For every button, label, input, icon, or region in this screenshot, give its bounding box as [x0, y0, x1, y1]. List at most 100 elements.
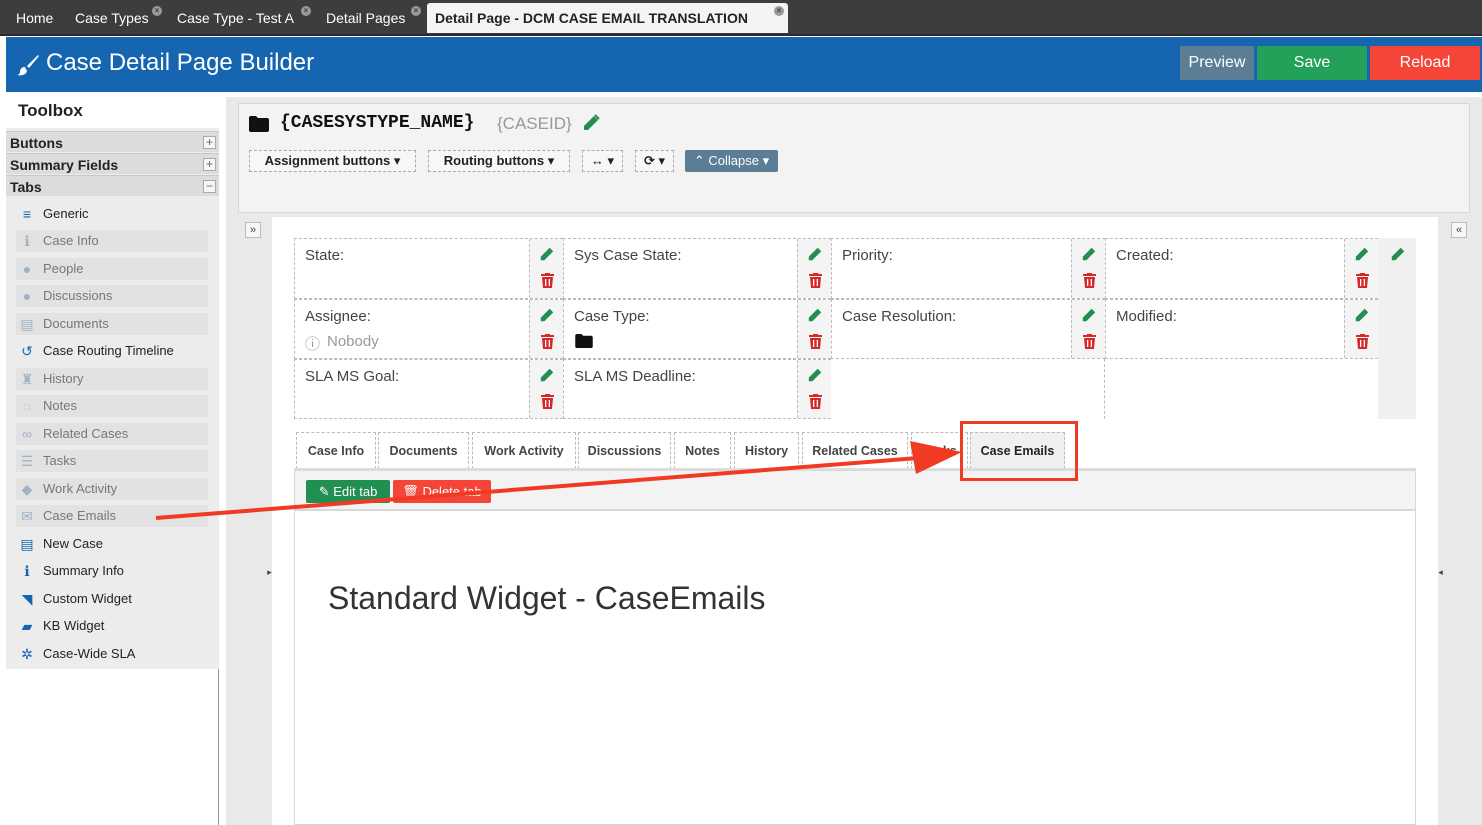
- toolbox-item-case-routing-timeline[interactable]: ↺ Case Routing Timeline: [16, 340, 208, 362]
- expand-icon[interactable]: +: [203, 158, 216, 171]
- tab-discussions[interactable]: Discussions: [578, 432, 671, 469]
- toolbox-item-history[interactable]: ♜ History: [16, 368, 208, 390]
- tab-related-cases[interactable]: Related Cases: [802, 432, 908, 469]
- pencil-icon[interactable]: [807, 307, 823, 323]
- field-controls: [797, 300, 831, 358]
- toolbox-item-related-cases[interactable]: ∞ Related Cases: [16, 423, 208, 445]
- reload-button[interactable]: Reload: [1370, 46, 1480, 80]
- toolbox-item-new-case[interactable]: ▤ New Case: [16, 533, 208, 555]
- pencil-icon[interactable]: [539, 307, 555, 323]
- collapse-button[interactable]: ⌃ Collapse ▾: [685, 150, 778, 172]
- toolbox-item-case-wide-sla[interactable]: ✲ Case-Wide SLA: [16, 643, 208, 665]
- toolbox-item-notes[interactable]: ◌ Notes: [16, 395, 208, 417]
- toolbox-item-kb-widget[interactable]: ▰ KB Widget: [16, 615, 208, 637]
- pencil-icon[interactable]: [1390, 246, 1406, 262]
- field-case-resolution[interactable]: Case Resolution:: [831, 299, 1105, 359]
- toolbox-item-case-info[interactable]: ℹ Case Info: [16, 230, 208, 252]
- close-icon[interactable]: ×: [411, 6, 421, 16]
- expand-left-icon[interactable]: »: [245, 222, 261, 238]
- trash-icon[interactable]: [809, 394, 822, 409]
- caret-down-icon: ▾: [762, 153, 770, 168]
- toolbox-item-documents[interactable]: ▤ Documents: [16, 313, 208, 335]
- assignment-buttons-dropdown[interactable]: Assignment buttons ▾: [249, 150, 416, 172]
- field-assignee[interactable]: Assignee: ⓘ Nobody: [294, 299, 563, 359]
- trash-icon[interactable]: [541, 334, 554, 349]
- close-icon[interactable]: ×: [301, 6, 311, 16]
- pencil-icon[interactable]: [1354, 246, 1370, 262]
- toolbox-item-label: Case Routing Timeline: [43, 343, 174, 358]
- pencil-icon[interactable]: [1081, 307, 1097, 323]
- edit-tab-button[interactable]: ✎ Edit tab: [306, 480, 390, 503]
- question-circle-icon: ⓘ: [305, 336, 321, 353]
- close-icon[interactable]: ×: [774, 6, 784, 16]
- trash-icon[interactable]: [809, 334, 822, 349]
- caret-right-icon[interactable]: ▸: [266, 565, 273, 579]
- pencil-icon[interactable]: [807, 367, 823, 383]
- trash-icon[interactable]: [809, 273, 822, 288]
- tab-documents[interactable]: Documents: [378, 432, 469, 469]
- toolbox-item-label: Custom Widget: [43, 591, 132, 606]
- trash-icon[interactable]: [541, 273, 554, 288]
- trash-icon[interactable]: [1356, 273, 1369, 288]
- delete-tab-button[interactable]: 🗑 Delete tab: [393, 480, 491, 503]
- pencil-icon[interactable]: [1354, 307, 1370, 323]
- field-state[interactable]: State:: [294, 238, 563, 299]
- folder-icon: [575, 334, 593, 348]
- trash-icon[interactable]: [541, 394, 554, 409]
- toolbox-item-summary-info[interactable]: ℹ Summary Info: [16, 560, 208, 582]
- toolbox-item-work-activity[interactable]: ◆ Work Activity: [16, 478, 208, 500]
- trash-icon[interactable]: [1356, 334, 1369, 349]
- widget-panel: [294, 510, 1416, 825]
- toolbox-section-buttons[interactable]: Buttons +: [6, 131, 219, 152]
- tab-history[interactable]: History: [734, 432, 799, 469]
- toolbox-item-discussions[interactable]: ● Discussions: [16, 285, 208, 307]
- comments-icon: ●: [22, 288, 32, 304]
- pencil-icon[interactable]: [807, 246, 823, 262]
- toolbox-section-tabs[interactable]: Tabs −: [6, 175, 219, 196]
- collapse-right-icon[interactable]: «: [1451, 222, 1467, 238]
- trash-icon[interactable]: [1083, 273, 1096, 288]
- nav-tab-label: Detail Pages: [326, 10, 406, 26]
- close-icon[interactable]: ×: [152, 6, 162, 16]
- toolbox-item-custom-widget[interactable]: ◥ Custom Widget: [16, 588, 208, 610]
- expand-icon[interactable]: +: [203, 136, 216, 149]
- toolbox-item-case-emails[interactable]: ✉ Case Emails: [16, 505, 208, 527]
- nav-tab-case-types[interactable]: Case Types: [67, 3, 157, 33]
- toolbox-item-tasks[interactable]: ☰ Tasks: [16, 450, 208, 472]
- field-sla-ms-deadline[interactable]: SLA MS Deadline:: [563, 359, 831, 419]
- info-icon: ℹ: [24, 233, 30, 249]
- routing-buttons-dropdown[interactable]: Routing buttons ▾: [428, 150, 570, 172]
- field-modified[interactable]: Modified:: [1105, 299, 1378, 359]
- refresh-dropdown[interactable]: ⟳ ▾: [635, 150, 674, 172]
- user-icon: ●: [22, 261, 32, 277]
- pencil-icon[interactable]: [1081, 246, 1097, 262]
- field-sys-case-state[interactable]: Sys Case State:: [563, 238, 831, 299]
- pencil-icon[interactable]: [539, 246, 555, 262]
- collapse-icon[interactable]: −: [203, 180, 216, 193]
- nav-tab-detail-page-active[interactable]: Detail Page - DCM CASE EMAIL TRANSLATION: [427, 3, 788, 33]
- toolbox-item-generic[interactable]: ≡ Generic: [16, 203, 208, 225]
- pencil-icon[interactable]: [582, 114, 600, 132]
- field-case-type[interactable]: Case Type:: [563, 299, 831, 359]
- width-toggle-dropdown[interactable]: ↔ ▾: [582, 150, 623, 172]
- toolbox-section-summary-fields[interactable]: Summary Fields +: [6, 153, 219, 174]
- caret-left-icon[interactable]: ◂: [1437, 565, 1444, 579]
- preview-button[interactable]: Preview: [1180, 46, 1254, 80]
- nav-tab-detail-pages[interactable]: Detail Pages: [318, 3, 413, 33]
- field-priority[interactable]: Priority:: [831, 238, 1105, 299]
- field-label: Priority:: [842, 247, 893, 264]
- toolbox-item-people[interactable]: ● People: [16, 258, 208, 280]
- nav-tab-case-type-test-a[interactable]: Case Type - Test A: [169, 3, 302, 33]
- nav-tab-home[interactable]: Home: [8, 3, 61, 33]
- field-created[interactable]: Created:: [1105, 238, 1378, 299]
- tab-work-activity[interactable]: Work Activity: [472, 432, 576, 469]
- toolbox-item-label: Documents: [43, 316, 109, 331]
- toolbox-item-label: New Case: [43, 536, 103, 551]
- save-button[interactable]: Save: [1257, 46, 1367, 80]
- field-sla-ms-goal[interactable]: SLA MS Goal:: [294, 359, 563, 419]
- trash-icon[interactable]: [1083, 334, 1096, 349]
- pencil-icon[interactable]: [539, 367, 555, 383]
- field-label: SLA MS Goal:: [305, 368, 400, 385]
- tab-case-info[interactable]: Case Info: [296, 432, 376, 469]
- tab-notes[interactable]: Notes: [674, 432, 731, 469]
